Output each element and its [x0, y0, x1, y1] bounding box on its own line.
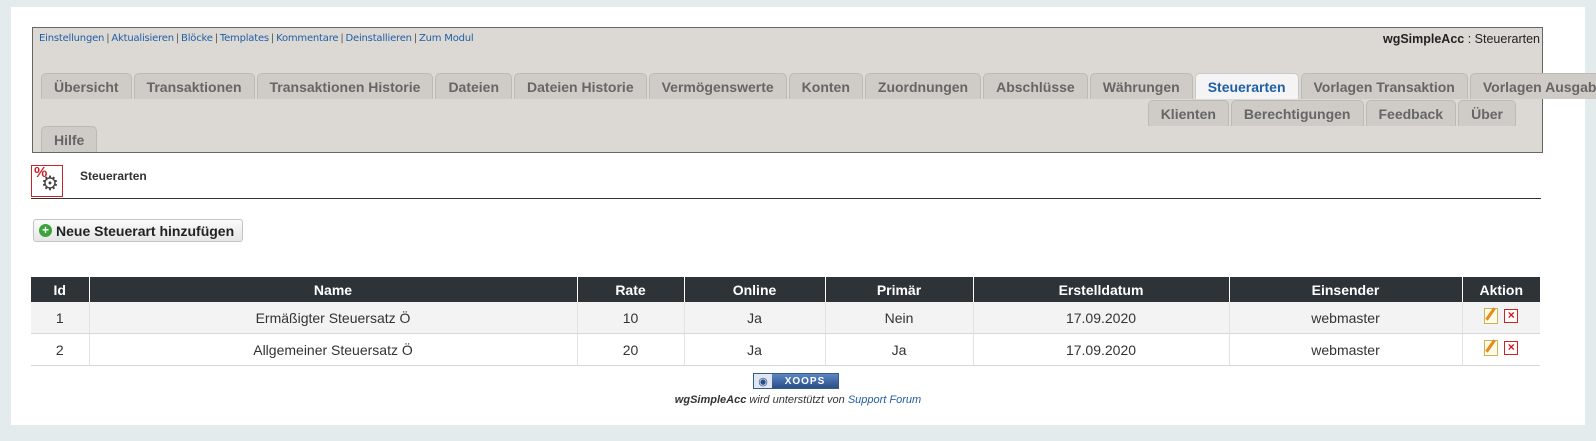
page-title: Steuerarten	[80, 169, 147, 183]
globe-icon: ◉	[754, 374, 772, 388]
module-title: wgSimpleAcc : Steuerarten	[1383, 32, 1540, 46]
cell-created: 17.09.2020	[972, 333, 1229, 366]
tab-row-3: Hilfe	[41, 126, 98, 152]
cell-actions: ×	[1461, 333, 1540, 366]
table-row: 2 Allgemeiner Steuersatz Ö 20 Ja Ja 17.0…	[31, 333, 1540, 366]
cell-id: 1	[31, 302, 89, 334]
tab-help[interactable]: Hilfe	[41, 126, 98, 152]
tab-row-1: Übersicht Transaktionen Transaktionen Hi…	[41, 73, 1596, 99]
link-go-to-module[interactable]: Zum Modul	[419, 33, 474, 44]
table-row: 1 Ermäßigter Steuersatz Ö 10 Ja Nein 17.…	[31, 302, 1540, 334]
col-header-rate[interactable]: Rate	[576, 277, 684, 302]
tab-balances[interactable]: Abschlüsse	[983, 73, 1088, 99]
col-header-action: Aktion	[1461, 277, 1540, 302]
footer-module-name: wgSimpleAcc	[674, 394, 747, 406]
link-blocks[interactable]: Blöcke	[181, 33, 213, 44]
add-tax-type-button[interactable]: + Neue Steuerart hinzufügen	[33, 219, 244, 242]
col-header-name[interactable]: Name	[88, 277, 577, 302]
page-header: % ⚙ Steuerarten	[31, 164, 1541, 199]
tab-currencies[interactable]: Währungen	[1089, 73, 1193, 99]
cell-primary: Nein	[824, 302, 973, 334]
tab-transactions-history[interactable]: Transaktionen Historie	[256, 73, 434, 99]
col-header-online[interactable]: Online	[683, 277, 825, 302]
delete-icon[interactable]: ×	[1504, 309, 1519, 323]
tab-overview[interactable]: Übersicht	[41, 73, 132, 99]
quick-links: Einstellungen | Aktualisieren | Blöcke | Templ…	[39, 33, 474, 44]
cell-id: 2	[31, 333, 89, 366]
link-uninstall[interactable]: Deinstallieren	[346, 33, 412, 44]
cell-actions: ×	[1461, 302, 1540, 334]
xoops-badge[interactable]: ◉ XOOPS	[753, 373, 839, 389]
col-header-id[interactable]: Id	[31, 277, 89, 302]
tab-feedback[interactable]: Feedback	[1365, 100, 1457, 126]
tab-row-2: Klienten Berechtigungen Feedback Über	[1147, 100, 1516, 126]
cell-rate: 20	[576, 333, 684, 366]
tab-tax-types[interactable]: Steuerarten	[1194, 73, 1299, 99]
cell-online: Ja	[683, 302, 825, 334]
xoops-badge-label: XOOPS	[784, 375, 826, 387]
tax-gear-icon: % ⚙	[31, 164, 63, 197]
link-comments[interactable]: Kommentare	[276, 33, 338, 44]
cell-created: 17.09.2020	[972, 302, 1229, 334]
cell-submitter: webmaster	[1228, 302, 1462, 334]
tab-about[interactable]: Über	[1458, 100, 1516, 126]
cell-name: Ermäßigter Steuersatz Ö	[88, 302, 577, 334]
cell-submitter: webmaster	[1228, 333, 1462, 366]
col-header-submitter[interactable]: Einsender	[1228, 277, 1462, 302]
module-page: Steuerarten	[1474, 32, 1540, 46]
tab-accounts[interactable]: Konten	[788, 73, 863, 99]
link-settings[interactable]: Einstellungen	[39, 33, 104, 44]
table-header-row: Id Name Rate Online Primär Erstelldatum …	[31, 277, 1540, 302]
module-name: wgSimpleAcc	[1382, 32, 1465, 46]
edit-icon[interactable]	[1484, 308, 1499, 324]
plus-circle-icon: +	[39, 224, 52, 237]
col-header-primary[interactable]: Primär	[824, 277, 973, 302]
delete-icon[interactable]: ×	[1504, 341, 1519, 355]
support-forum-link[interactable]: Support Forum	[848, 394, 921, 406]
tab-files-history[interactable]: Dateien Historie	[514, 73, 647, 99]
tab-transaction-templates[interactable]: Vorlagen Transaktion	[1300, 73, 1468, 99]
tab-assets[interactable]: Vermögenswerte	[648, 73, 787, 99]
tab-files[interactable]: Dateien	[435, 73, 513, 99]
tab-permissions[interactable]: Berechtigungen	[1230, 100, 1364, 126]
col-header-created[interactable]: Erstelldatum	[972, 277, 1229, 302]
tab-allocations[interactable]: Zuordnungen	[864, 73, 982, 99]
cell-online: Ja	[683, 333, 825, 366]
cell-primary: Ja	[824, 333, 973, 366]
footer-text: wird unterstützt von	[746, 394, 848, 406]
tab-clients[interactable]: Klienten	[1147, 100, 1229, 126]
link-templates[interactable]: Templates	[220, 33, 269, 44]
link-update[interactable]: Aktualisieren	[111, 33, 174, 44]
tax-types-table: Id Name Rate Online Primär Erstelldatum …	[31, 277, 1540, 366]
page-container: Einstellungen | Aktualisieren | Blöcke | Templ…	[11, 7, 1596, 425]
cell-name: Allgemeiner Steuersatz Ö	[88, 333, 577, 366]
module-title-separator: :	[1464, 32, 1475, 46]
edit-icon[interactable]	[1484, 340, 1499, 356]
cell-rate: 10	[576, 302, 684, 334]
tab-output-templates[interactable]: Vorlagen Ausgabe	[1469, 73, 1596, 99]
admin-nav-panel: Einstellungen | Aktualisieren | Blöcke | Templ…	[32, 27, 1596, 153]
footer-credit: wgSimpleAcc wird unterstützt von Support…	[11, 394, 1585, 406]
add-tax-type-label: Neue Steuerart hinzufügen	[56, 222, 235, 239]
tab-transactions[interactable]: Transaktionen	[133, 73, 255, 99]
